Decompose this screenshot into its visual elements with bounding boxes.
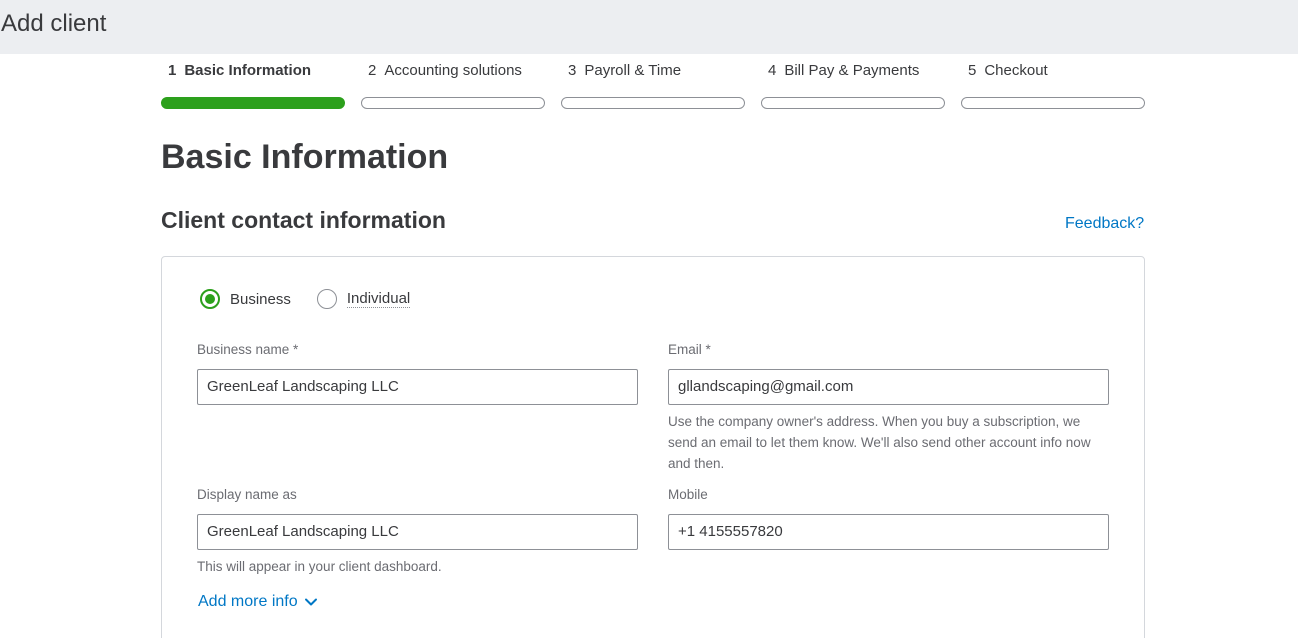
progress-stepper: 1 Basic Information 2 Accounting solutions… — [161, 61, 1145, 111]
step-progress-bar — [161, 97, 345, 109]
step-label: Payroll & Time — [584, 62, 682, 79]
business-radio[interactable]: Business — [200, 289, 291, 309]
client-type-radio-group: Business Individual — [200, 289, 436, 309]
add-more-info-link[interactable]: Add more info — [198, 593, 319, 611]
step-number: 4 — [768, 62, 777, 79]
step-label: Checkout — [984, 62, 1048, 79]
client-contact-card: Business Individual Business name * Gree… — [161, 256, 1145, 638]
email-input[interactable]: gllandscaping@gmail.com — [668, 369, 1109, 405]
step-number: 5 — [968, 62, 977, 79]
display-name-field: Display name as GreenLeaf Landscaping LL… — [197, 487, 638, 577]
step-basic-information[interactable]: 1 Basic Information — [161, 61, 345, 109]
business-name-label: Business name * — [197, 342, 299, 357]
step-label: Bill Pay & Payments — [784, 62, 920, 79]
mobile-input[interactable]: +1 4155557820 — [668, 514, 1109, 550]
step-progress-bar — [361, 97, 545, 109]
email-hint: Use the company owner's address. When yo… — [668, 414, 1091, 471]
step-checkout[interactable]: 5 Checkout — [961, 61, 1145, 109]
step-accounting-solutions[interactable]: 2 Accounting solutions — [361, 61, 545, 109]
page-header-title: Add client — [1, 10, 107, 37]
display-name-hint: This will appear in your client dashboar… — [197, 559, 442, 574]
step-progress-bar — [961, 97, 1145, 109]
display-name-input[interactable]: GreenLeaf Landscaping LLC — [197, 514, 638, 550]
mobile-field: Mobile +1 4155557820 — [668, 487, 1109, 550]
add-more-info-label: Add more info — [198, 593, 298, 610]
step-label: Accounting solutions — [384, 62, 522, 79]
business-name-input[interactable]: GreenLeaf Landscaping LLC — [197, 369, 638, 405]
step-bill-pay-payments[interactable]: 4 Bill Pay & Payments — [761, 61, 945, 109]
mobile-label: Mobile — [668, 487, 708, 502]
step-payroll-time[interactable]: 3 Payroll & Time — [561, 61, 745, 109]
section-title: Client contact information — [161, 207, 446, 233]
step-number: 3 — [568, 62, 577, 79]
top-bar: Add client — [0, 0, 1298, 54]
chevron-down-icon — [304, 598, 317, 606]
business-radio-label: Business — [230, 290, 291, 308]
page-title: Basic Information — [161, 138, 449, 176]
individual-radio-label: Individual — [346, 290, 411, 308]
email-label: Email * — [668, 342, 711, 357]
radio-checked-icon — [200, 289, 220, 309]
email-field: Email * gllandscaping@gmail.com Use the … — [668, 342, 1109, 474]
step-progress-bar — [761, 97, 945, 109]
step-progress-bar — [561, 97, 745, 109]
step-number: 1 — [168, 62, 177, 79]
radio-unchecked-icon — [316, 289, 337, 309]
display-name-label: Display name as — [197, 487, 297, 502]
feedback-link[interactable]: Feedback? — [1065, 215, 1144, 233]
business-name-field: Business name * GreenLeaf Landscaping LL… — [197, 342, 638, 405]
step-label: Basic Information — [184, 62, 312, 79]
step-number: 2 — [368, 62, 377, 79]
individual-radio[interactable]: Individual — [316, 289, 411, 309]
